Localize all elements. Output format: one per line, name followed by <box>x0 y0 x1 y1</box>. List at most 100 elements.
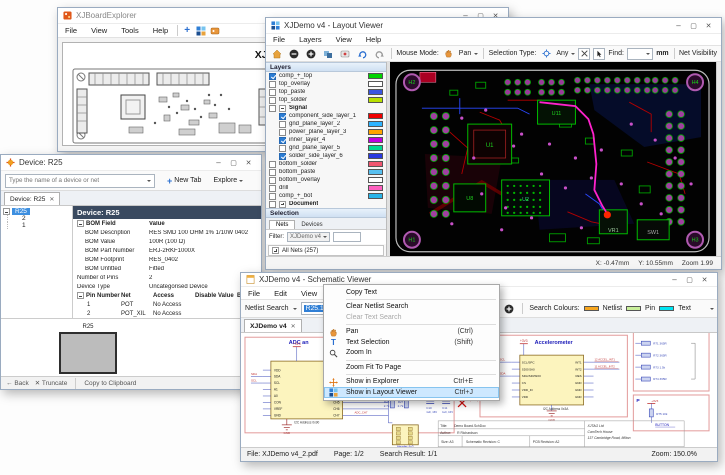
layer-colour-swatch[interactable] <box>368 97 383 103</box>
tree-expander-icon[interactable] <box>3 208 10 215</box>
layout-grid-icon[interactable] <box>194 24 208 37</box>
layer-checkbox[interactable] <box>269 169 276 176</box>
redo-icon[interactable] <box>372 47 386 60</box>
layer-checkbox[interactable] <box>269 193 276 200</box>
layer-colour-swatch[interactable] <box>368 185 383 191</box>
filter-combo[interactable]: XJDemo v4 <box>287 232 330 242</box>
home-icon[interactable] <box>270 47 284 60</box>
layer-colour-swatch[interactable] <box>368 193 383 199</box>
net-visibility-button[interactable]: Net Visibility <box>679 50 717 57</box>
minimize-button[interactable] <box>211 155 226 171</box>
menu-item-show-in-layout-viewer[interactable]: Show in Layout ViewerCtrl+J <box>324 387 499 398</box>
layer-colour-swatch[interactable] <box>368 145 383 151</box>
pcb-layout-canvas[interactable]: H2 H4 H1 H3 U1 U11 U2 U8 VR1 SW1 <box>390 62 716 256</box>
canvas-scrollbar[interactable] <box>716 62 721 256</box>
layer-row[interactable]: power_plane_layer_3 <box>266 128 386 136</box>
schematic-tab[interactable]: XJDemo v4 ✕ <box>244 319 302 332</box>
all-nets-row[interactable]: All Nets (257) <box>268 245 384 256</box>
layer-row[interactable]: drill <box>266 184 386 192</box>
layer-checkbox[interactable] <box>269 185 276 192</box>
menu-help[interactable]: Help <box>146 24 175 37</box>
device-tab[interactable]: Device: R25 ✕ <box>4 192 60 205</box>
device-search-input[interactable] <box>9 177 147 184</box>
layer-checkbox[interactable] <box>279 137 286 144</box>
add-board-icon[interactable]: + <box>180 24 194 37</box>
jtag-chains-button[interactable]: JTAG Chains <box>255 176 257 185</box>
chevron-down-icon[interactable] <box>571 53 575 57</box>
menu-view[interactable]: View <box>84 24 114 37</box>
board-icon[interactable] <box>208 24 222 37</box>
bom-row[interactable]: BOM Part NumberERJ-2RKF1000X <box>73 246 261 255</box>
tree-node-pin2[interactable]: 2 <box>7 215 72 222</box>
layer-checkbox[interactable] <box>269 177 276 184</box>
minimize-button[interactable] <box>671 18 686 34</box>
layer-colour-swatch[interactable] <box>368 169 383 175</box>
layer-group-row[interactable]: Signal <box>266 104 386 112</box>
layer-checkbox[interactable] <box>269 105 276 112</box>
bom-row[interactable]: BOM UnfittedFitted <box>73 264 261 273</box>
flip-board-icon[interactable] <box>321 47 335 60</box>
find-input[interactable] <box>630 50 646 57</box>
layer-checkbox[interactable] <box>279 121 286 128</box>
board-view-icon[interactable] <box>338 47 352 60</box>
close-button[interactable] <box>241 155 256 171</box>
selection-type-value[interactable]: Any <box>556 50 568 57</box>
menu-view[interactable]: View <box>294 287 324 300</box>
layer-checkbox[interactable] <box>269 161 276 168</box>
menu-file[interactable]: File <box>241 287 267 300</box>
layer-colour-swatch[interactable] <box>368 129 383 135</box>
layer-colour-swatch[interactable] <box>368 73 383 79</box>
undo-icon[interactable] <box>355 47 369 60</box>
menu-help[interactable]: Help <box>359 33 388 46</box>
layer-row[interactable]: top_overlay <box>266 80 386 88</box>
menu-view[interactable]: View <box>329 33 359 46</box>
layer-checkbox[interactable] <box>279 145 286 152</box>
copy-to-clipboard-button[interactable]: Copy to Clipboard <box>84 380 136 387</box>
menu-layers[interactable]: Layers <box>292 33 329 46</box>
layer-row[interactable]: bottom_solder <box>266 160 386 168</box>
layer-checkbox[interactable] <box>279 113 286 120</box>
menu-item-clear-netlist-search[interactable]: Clear Netlist Search <box>324 302 499 313</box>
netlist-search-label[interactable]: Netlist Search <box>245 305 289 312</box>
layer-row[interactable]: comp_+_bot <box>266 192 386 200</box>
menu-item-zoom-fit[interactable]: Zoom Fit To Page <box>324 362 499 373</box>
pin-row[interactable]: 2 POT_XIL No Access <box>73 309 261 318</box>
layer-row[interactable]: solder_side_layer_6 <box>266 152 386 160</box>
tab-nets[interactable]: Nets <box>269 220 295 229</box>
layer-row[interactable]: top_paste <box>266 88 386 96</box>
close-icon[interactable]: ✕ <box>49 196 54 203</box>
zoom-out-icon[interactable] <box>287 47 301 60</box>
tree-node-r25[interactable]: R25 <box>12 208 30 215</box>
bom-row[interactable]: BOM FootprintRES_0402 <box>73 255 261 264</box>
menu-file[interactable]: File <box>58 24 84 37</box>
maximize-button[interactable] <box>226 155 241 171</box>
menu-edit[interactable]: Edit <box>267 287 294 300</box>
maximize-button[interactable] <box>682 272 697 288</box>
maximize-button[interactable] <box>686 18 701 34</box>
collapse-icon[interactable] <box>77 220 84 227</box>
bom-header-row[interactable]: BOM FieldValue <box>73 219 261 228</box>
layer-row[interactable]: comp_+_top <box>266 72 386 80</box>
tab-devices[interactable]: Devices <box>295 221 328 229</box>
device-titlebar[interactable]: Device: R25 <box>1 155 261 171</box>
chevron-down-icon[interactable] <box>293 308 297 312</box>
expand-icon[interactable] <box>272 247 279 254</box>
bom-row[interactable]: BOM DescriptionRES SMD 100 OHM 1% 1/10W … <box>73 228 261 237</box>
layer-checkbox[interactable] <box>269 97 276 104</box>
layer-group-row[interactable]: Document <box>266 200 386 208</box>
menu-item-pan[interactable]: Pan(Ctrl) <box>324 327 499 338</box>
package-preview-pane[interactable]: R25 <box>1 318 261 376</box>
layer-row[interactable]: component_side_layer_1 <box>266 112 386 120</box>
layer-checkbox[interactable] <box>279 129 286 136</box>
zoom-in-icon[interactable] <box>304 47 318 60</box>
menu-item-show-in-explorer[interactable]: Show in ExplorerCtrl+E <box>324 377 499 388</box>
back-button[interactable]: ← Back <box>6 380 29 387</box>
layer-checkbox[interactable] <box>269 89 276 96</box>
chevron-down-icon[interactable] <box>474 53 478 57</box>
layer-colour-swatch[interactable] <box>368 153 383 159</box>
layer-checkbox[interactable] <box>279 153 286 160</box>
layer-colour-swatch[interactable] <box>368 121 383 127</box>
toolbar-overflow-icon[interactable] <box>710 308 714 312</box>
cursor-select-button[interactable] <box>593 48 605 60</box>
bom-row[interactable]: BOM Value100R (100 Ω) <box>73 237 261 246</box>
